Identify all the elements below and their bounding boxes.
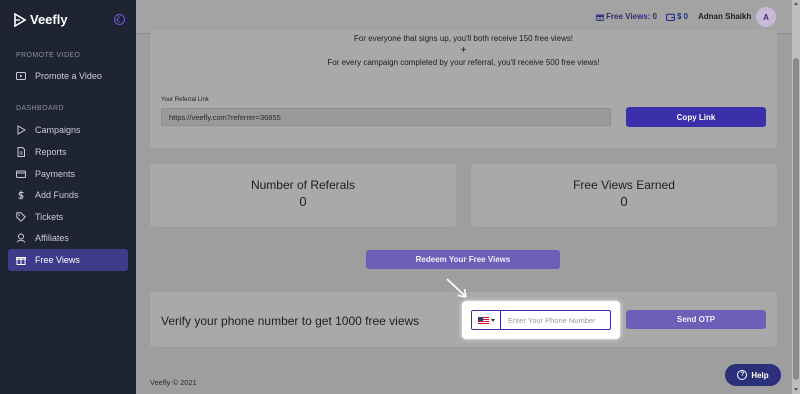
play-icon bbox=[17, 125, 26, 135]
help-button[interactable]: ? Help bbox=[725, 364, 781, 386]
wallet-icon bbox=[666, 13, 675, 21]
veefly-logo-icon bbox=[14, 12, 26, 27]
sidebar-item-label: Free Views bbox=[35, 255, 80, 265]
question-icon: ? bbox=[737, 370, 748, 380]
redeem-free-views-button[interactable]: Redeem Your Free Views bbox=[366, 250, 560, 269]
sidebar-item-tickets[interactable]: Tickets bbox=[8, 206, 128, 228]
country-code-select[interactable] bbox=[472, 311, 501, 329]
brand-name: Veefly bbox=[30, 12, 68, 27]
dollar-icon bbox=[18, 190, 24, 200]
referrals-stat-title: Number of Referals bbox=[250, 178, 356, 192]
top-bar: Free Views: 0 $ 0 Adnan Shaikh A bbox=[136, 0, 792, 34]
balance-counter[interactable]: $ 0 bbox=[666, 12, 688, 21]
gift-icon bbox=[596, 14, 604, 21]
brand[interactable]: Veefly bbox=[14, 12, 68, 27]
free-views-label: Free Views: 0 bbox=[606, 12, 657, 21]
sidebar-item-label: Tickets bbox=[35, 212, 64, 222]
footer-copyright: Veefly © 2021 bbox=[150, 378, 197, 387]
section-title-dashboard: DASHBOARD bbox=[16, 105, 64, 112]
user-name[interactable]: Adnan Shaikh bbox=[698, 12, 751, 21]
referral-card: For everyone that signs up, you'll both … bbox=[150, 30, 777, 148]
sidebar-item-affiliates[interactable]: Affiliates bbox=[8, 227, 128, 249]
referral-link-label: Your Referral Link bbox=[161, 97, 209, 103]
sidebar-item-label: Affiliates bbox=[35, 233, 69, 243]
document-icon bbox=[17, 147, 25, 157]
sidebar-item-label: Payments bbox=[35, 169, 76, 179]
scroll-up-icon[interactable] bbox=[794, 2, 798, 5]
sidebar-item-add-funds[interactable]: Add Funds bbox=[8, 184, 128, 206]
gift-icon bbox=[16, 257, 26, 265]
earned-stat-title: Free Views Earned bbox=[573, 178, 675, 192]
referral-link-field[interactable] bbox=[161, 108, 611, 126]
sidebar-item-label: Reports bbox=[35, 147, 67, 157]
credit-card-icon bbox=[16, 170, 26, 178]
referral-info-line-1: For everyone that signs up, you'll both … bbox=[354, 34, 573, 43]
sidebar-item-free-views[interactable]: Free Views bbox=[8, 249, 128, 271]
referrals-stat-card: Number of Referals 0 bbox=[150, 164, 456, 227]
tag-icon bbox=[16, 212, 26, 222]
verify-phone-text: Verify your phone number to get 1000 fre… bbox=[161, 314, 420, 328]
section-title-promote: PROMOTE VIDEO bbox=[16, 52, 81, 59]
phone-input-group bbox=[471, 310, 611, 330]
referral-plus: + bbox=[460, 45, 467, 56]
user-icon bbox=[17, 233, 25, 243]
phone-number-input[interactable] bbox=[501, 311, 610, 329]
page-scrollbar[interactable] bbox=[792, 0, 800, 394]
scroll-down-icon[interactable] bbox=[794, 388, 798, 391]
sidebar-item-reports[interactable]: Reports bbox=[8, 141, 128, 163]
sidebar-item-label: Promote a Video bbox=[35, 71, 102, 81]
send-otp-button[interactable]: Send OTP bbox=[626, 310, 766, 329]
sidebar-item-label: Add Funds bbox=[35, 190, 79, 200]
help-button-label: Help bbox=[751, 370, 769, 380]
sidebar: Veefly PROMOTE VIDEO Promote a Video DAS… bbox=[0, 0, 136, 394]
earned-stat-value: 0 bbox=[620, 194, 628, 209]
sidebar-item-payments[interactable]: Payments bbox=[8, 163, 128, 185]
main-content: For everyone that signs up, you'll both … bbox=[136, 30, 792, 394]
sidebar-item-promote-video[interactable]: Promote a Video bbox=[8, 65, 128, 87]
us-flag-icon bbox=[477, 316, 489, 324]
chevron-down-icon bbox=[490, 318, 495, 322]
balance-label: $ 0 bbox=[677, 12, 689, 21]
copy-link-button[interactable]: Copy Link bbox=[626, 107, 766, 127]
avatar[interactable]: A bbox=[756, 7, 776, 27]
referral-info-line-2: For every campaign completed by your ref… bbox=[327, 58, 600, 67]
pointer-arrow-icon bbox=[446, 278, 467, 298]
sidebar-item-campaigns[interactable]: Campaigns bbox=[8, 119, 128, 141]
video-icon bbox=[16, 72, 26, 80]
free-views-counter[interactable]: Free Views: 0 bbox=[596, 12, 657, 21]
sidebar-item-label: Campaigns bbox=[35, 125, 81, 135]
referrals-stat-value: 0 bbox=[299, 194, 307, 209]
sidebar-collapse-button[interactable] bbox=[114, 14, 125, 25]
scroll-thumb[interactable] bbox=[793, 58, 799, 380]
earned-stat-card: Free Views Earned 0 bbox=[471, 164, 777, 227]
